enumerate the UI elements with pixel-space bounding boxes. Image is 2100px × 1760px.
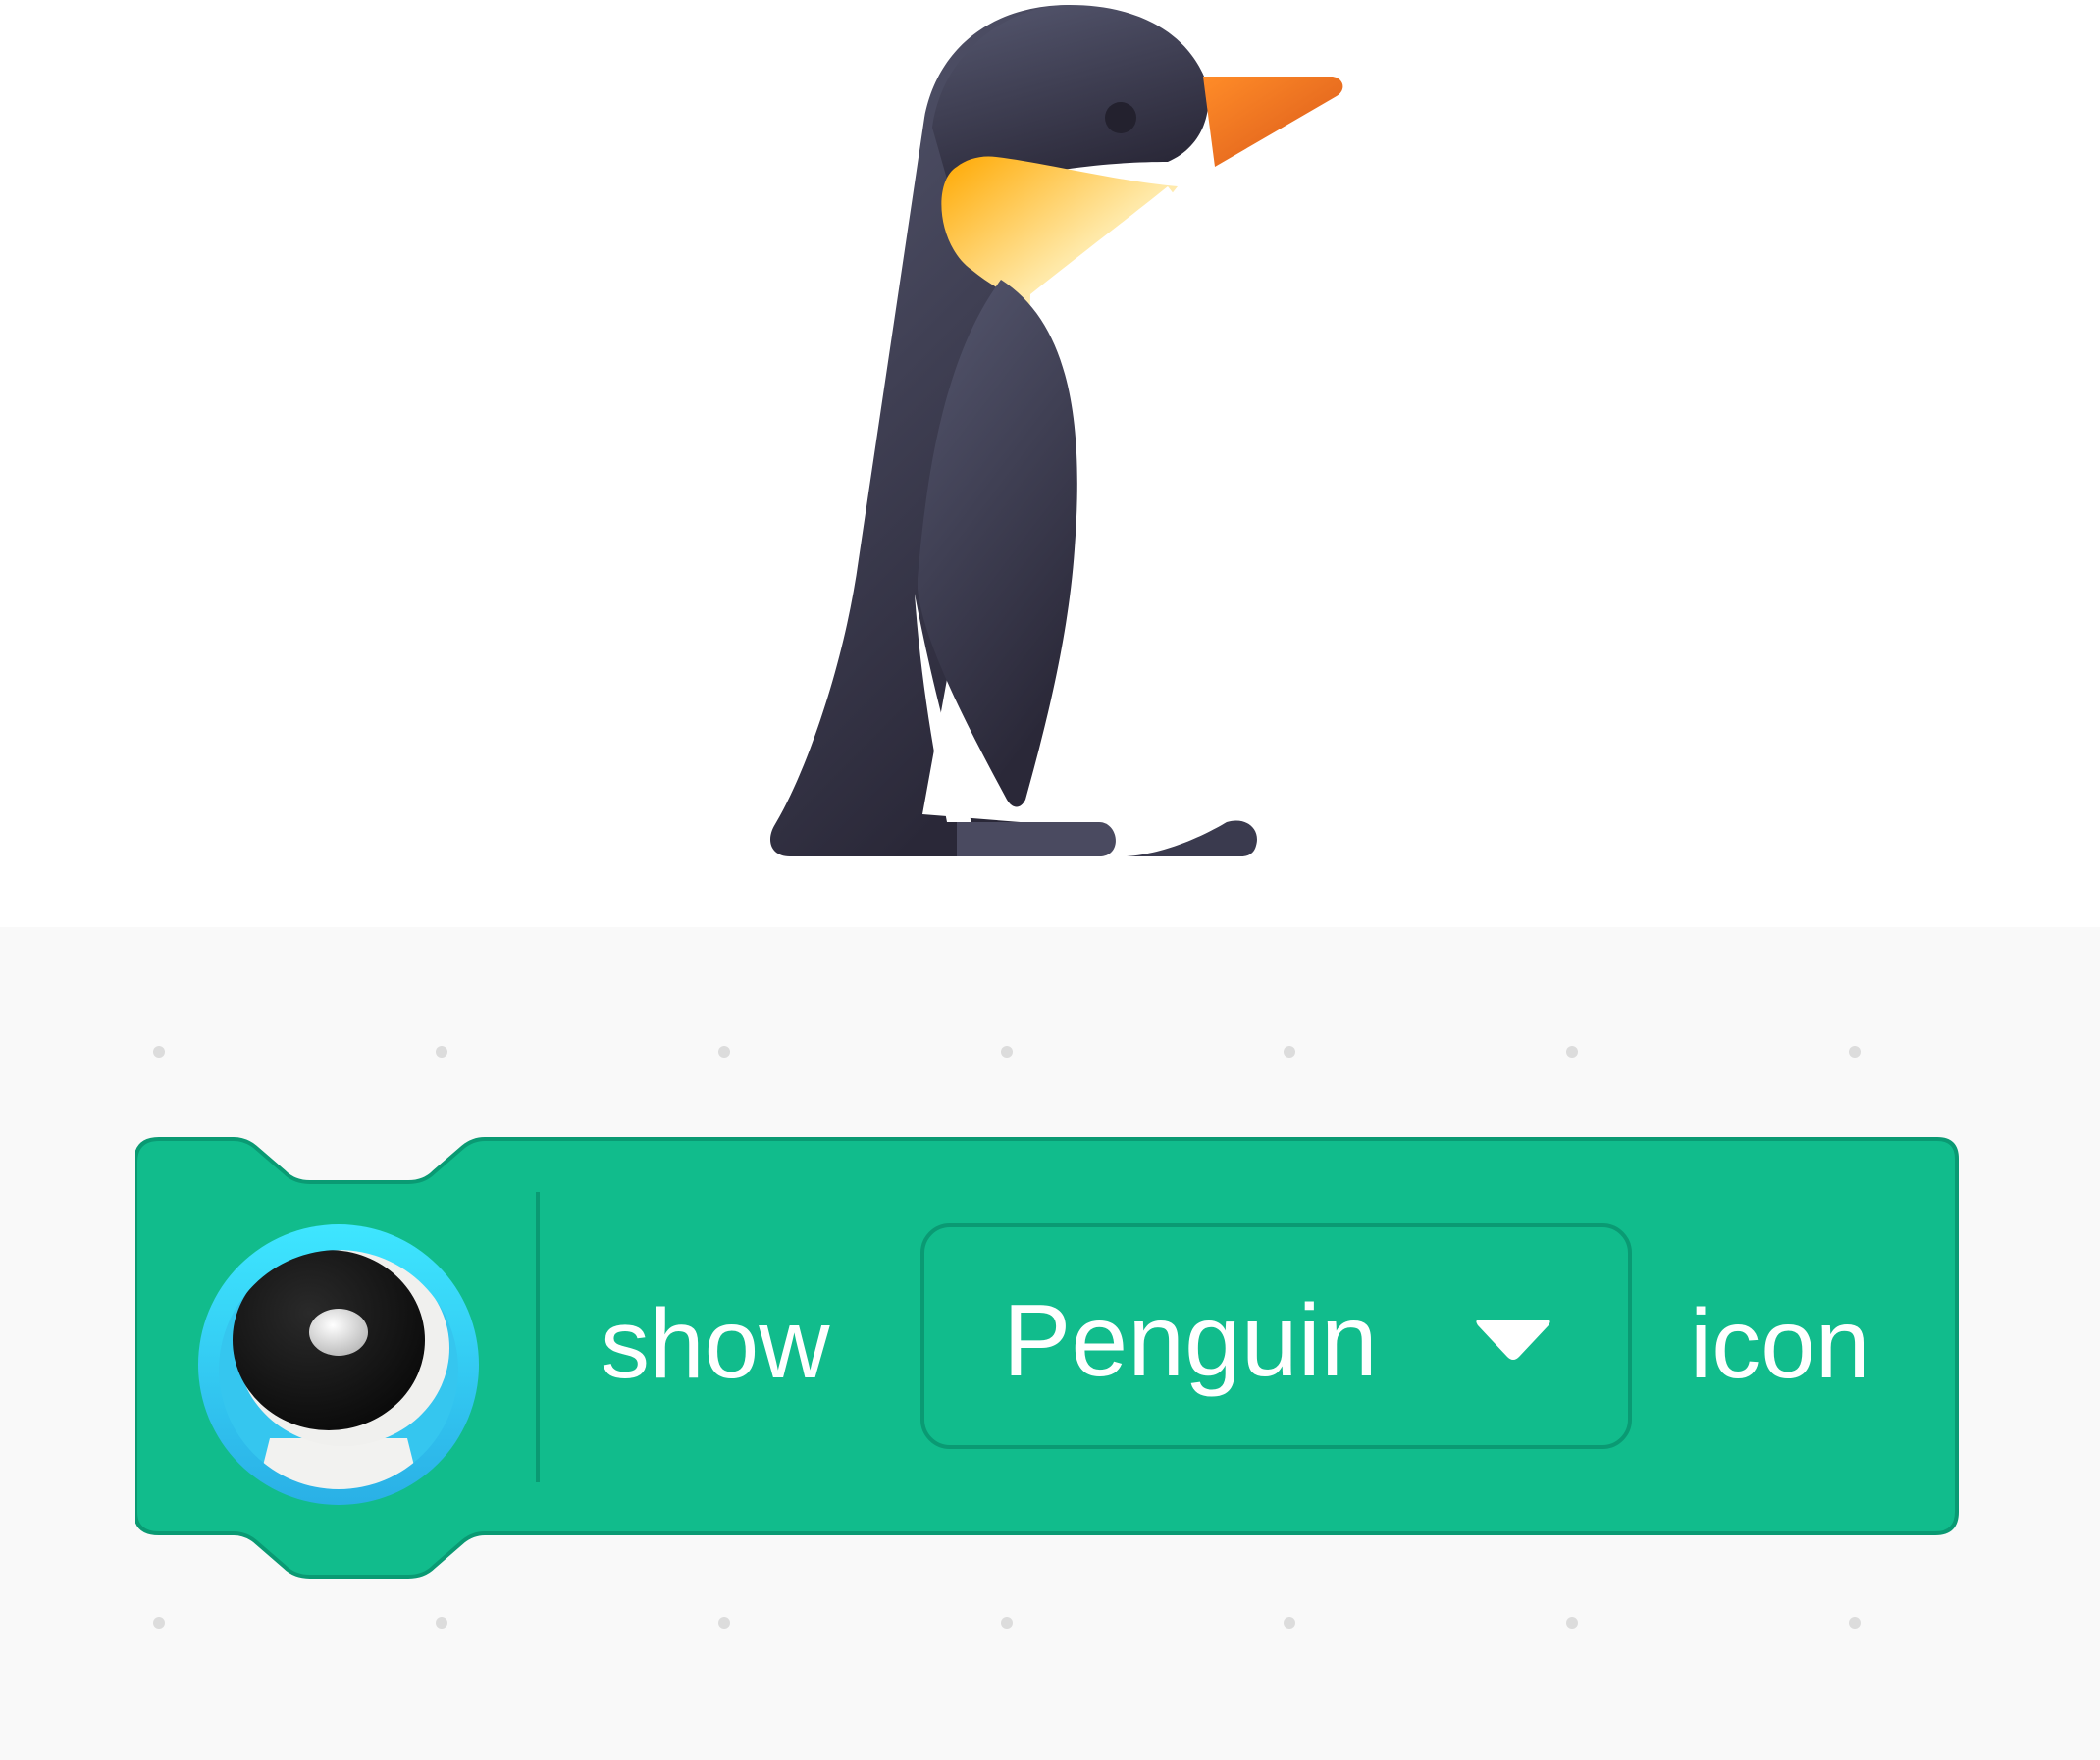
penguin-icon	[770, 5, 1343, 856]
robot-icon	[198, 1224, 479, 1505]
penguin-sprite[interactable]	[746, 0, 1354, 873]
icon-dropdown[interactable]: Penguin	[920, 1223, 1632, 1449]
grid-dot	[1001, 1046, 1013, 1058]
grid-dot	[718, 1617, 730, 1629]
caret-down-icon	[1476, 1320, 1550, 1360]
grid-dot	[153, 1046, 165, 1058]
grid-dot	[1284, 1046, 1295, 1058]
grid-dot	[718, 1046, 730, 1058]
stage-area	[0, 0, 2100, 927]
dropdown-value: Penguin	[1003, 1284, 1378, 1398]
block-label-icon: icon	[1690, 1289, 1870, 1399]
grid-dot	[1284, 1617, 1295, 1629]
grid-dot	[436, 1617, 447, 1629]
grid-dot	[436, 1046, 447, 1058]
grid-dot	[1001, 1617, 1013, 1629]
grid-dot	[1849, 1617, 1861, 1629]
block-label-show: show	[601, 1289, 830, 1399]
grid-dot	[153, 1617, 165, 1629]
grid-dot	[1849, 1046, 1861, 1058]
grid-dot	[1566, 1617, 1578, 1629]
grid-dot	[1566, 1046, 1578, 1058]
